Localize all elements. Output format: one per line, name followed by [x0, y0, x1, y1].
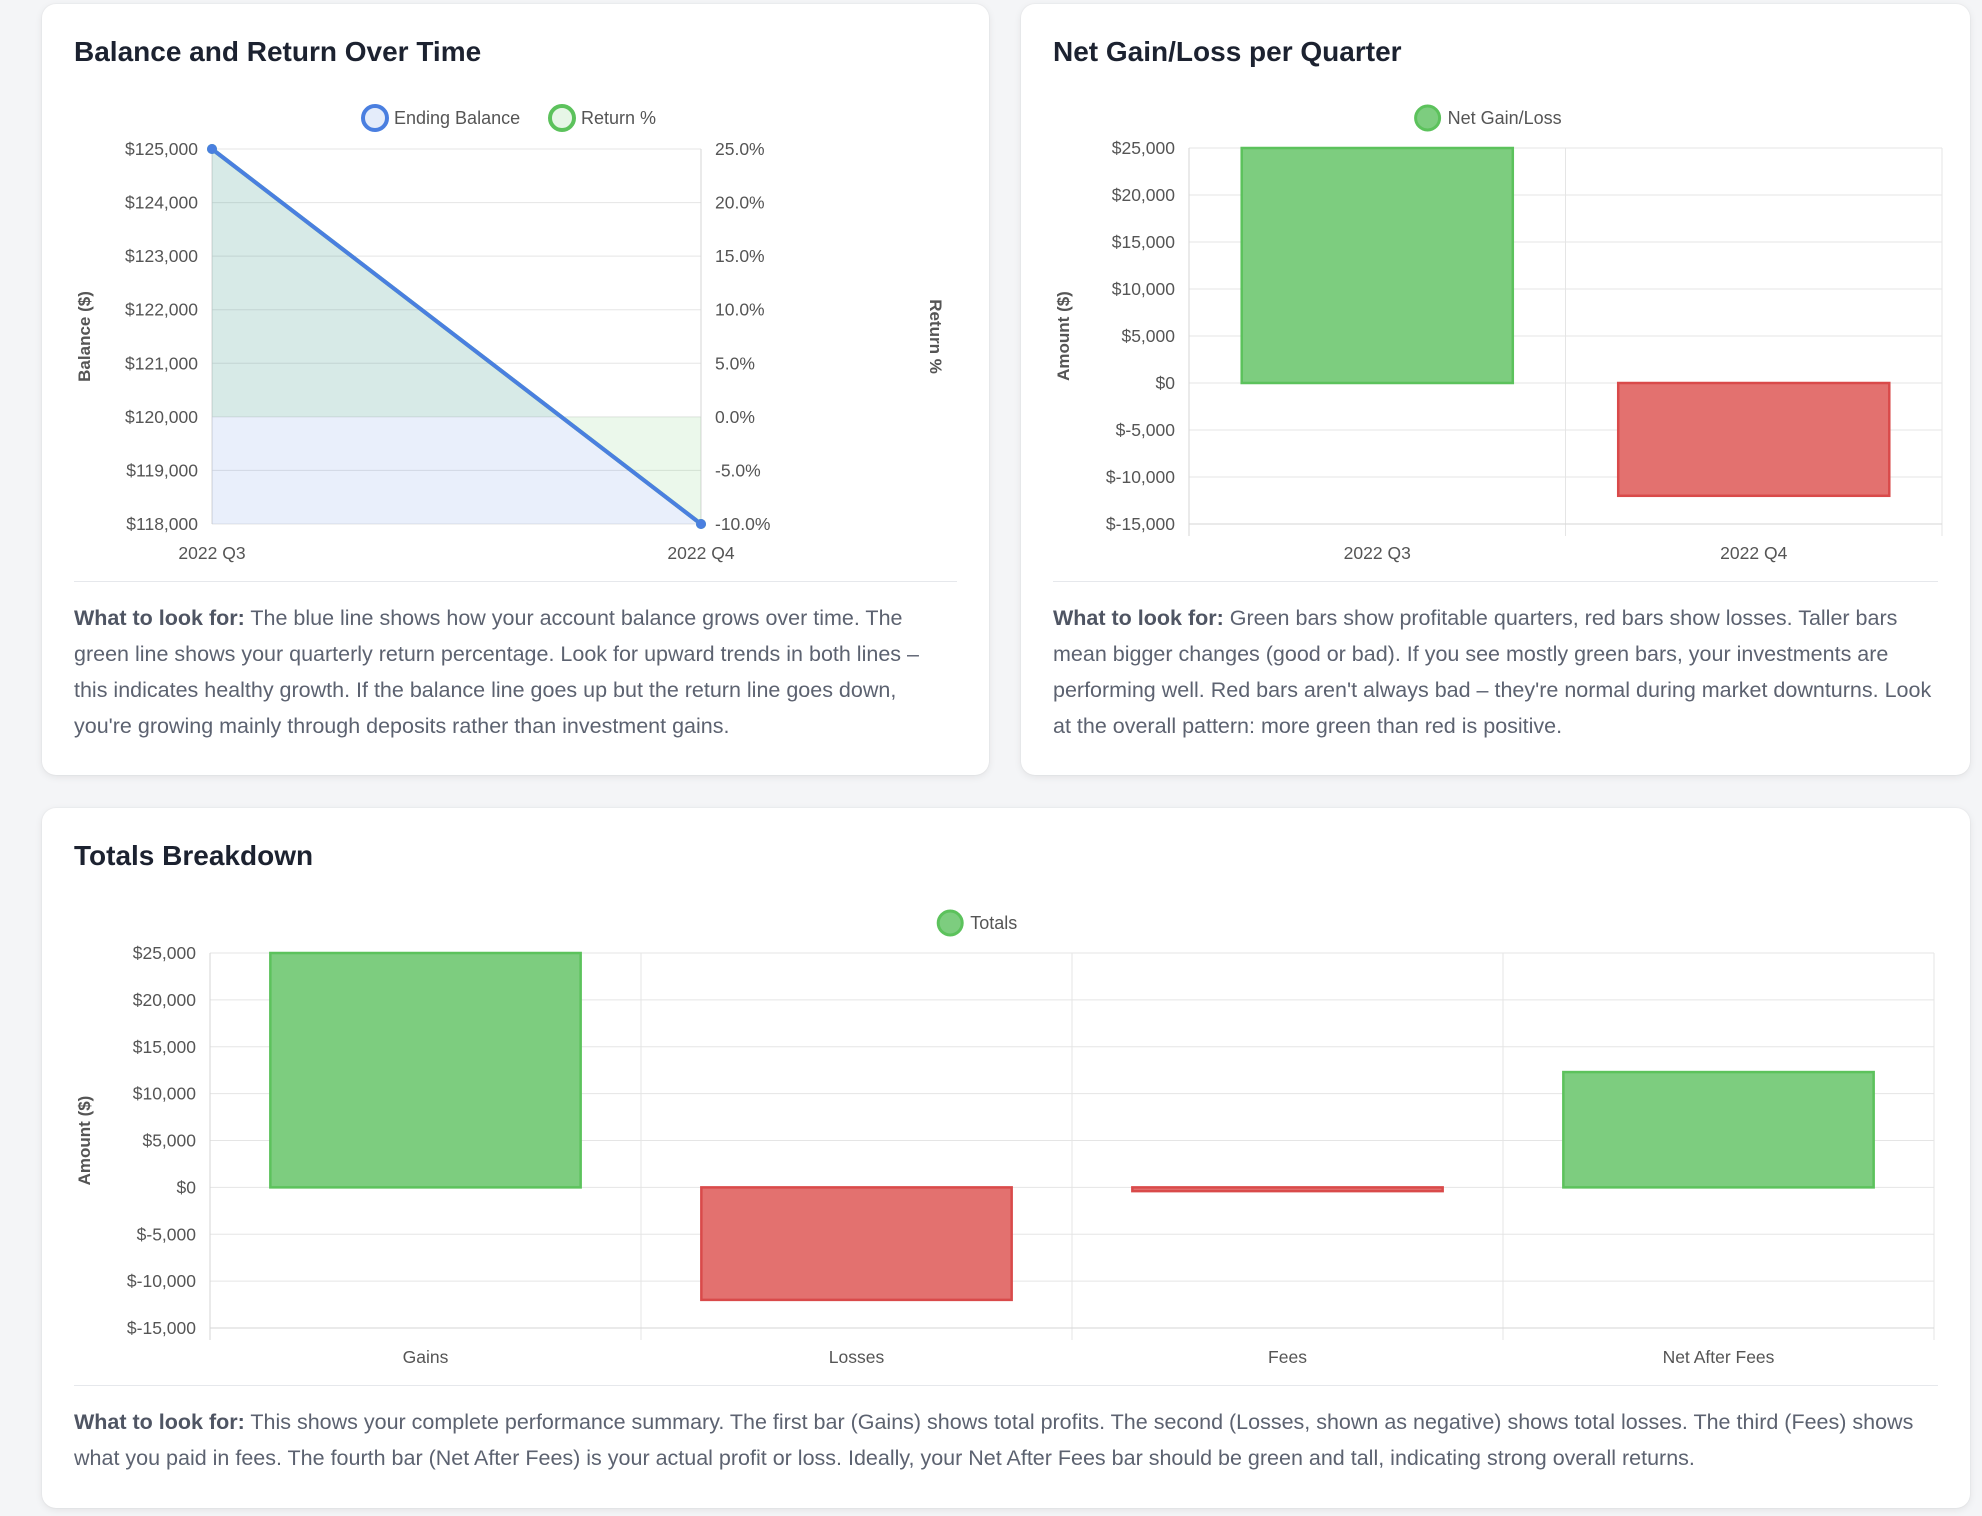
description-lead: What to look for: — [74, 606, 245, 630]
y-tick-label: $-5,000 — [1116, 420, 1176, 440]
y-tick-label: $0 — [177, 1177, 197, 1197]
y-axis-title: Amount ($) — [75, 1096, 94, 1186]
divider — [74, 581, 957, 582]
totals-breakdown-chart: $25,000 $20,000 $15,000 $10,000 $5,000 $0 $-5,… — [75, 909, 1935, 1367]
y2-tick-label: 10.0% — [715, 300, 765, 320]
totals-breakdown-card: Totals Breakdown $25,000 $20,000 $15,000 $1… — [42, 808, 1970, 1508]
balance-return-card: Balance and Return Over Time $125,000 $12… — [42, 4, 989, 775]
y-tick-label: $122,000 — [125, 300, 198, 320]
y-tick-label: $125,000 — [125, 139, 198, 159]
legend-label: Totals — [970, 913, 1017, 933]
y2-tick-label: -10.0% — [715, 514, 770, 534]
legend-label: Net Gain/Loss — [1448, 108, 1562, 128]
x-tick-label: Gains — [403, 1347, 449, 1367]
y-tick-label: $-15,000 — [127, 1318, 196, 1338]
description-body: This shows your complete performance sum… — [74, 1410, 1914, 1470]
y-tick-label: $-10,000 — [127, 1271, 196, 1291]
description-lead: What to look for: — [74, 1410, 245, 1434]
y-tick-label: $0 — [1156, 373, 1176, 393]
y2-tick-label: 25.0% — [715, 139, 765, 159]
ending-balance-point — [207, 144, 217, 154]
y-tick-label: $15,000 — [133, 1037, 197, 1057]
y-tick-label: $123,000 — [125, 246, 198, 266]
description-lead: What to look for: — [1053, 606, 1224, 630]
y-tick-label: $5,000 — [1121, 326, 1175, 346]
y-tick-label: $25,000 — [133, 943, 197, 963]
y2-tick-label: 5.0% — [715, 353, 755, 373]
y-tick-label: $119,000 — [126, 460, 198, 480]
y-tick-label: $5,000 — [142, 1131, 196, 1151]
bar-gains — [269, 951, 582, 1189]
legend-label-return: Return % — [581, 108, 656, 128]
divider — [1053, 581, 1938, 582]
legend-swatch-return — [548, 104, 576, 132]
y-tick-label: $-5,000 — [137, 1224, 197, 1244]
y-tick-label: $10,000 — [1112, 279, 1176, 299]
bar-2022-q4 — [1616, 381, 1891, 498]
balance-return-chart: $125,000 $124,000 $123,000 $122,000 $121,000… — [75, 104, 945, 563]
y-tick-label: $124,000 — [125, 193, 198, 213]
net-gain-loss-chart: $25,000 $20,000 $15,000 $10,000 $5,000 $0 $-5,… — [1054, 104, 1943, 563]
x-tick-label: Fees — [1268, 1347, 1307, 1367]
totals-breakdown-description: What to look for: This shows your comple… — [74, 1404, 1938, 1476]
y2-tick-label: 20.0% — [715, 193, 765, 213]
x-tick-label: 2022 Q4 — [1720, 543, 1787, 563]
divider — [74, 1385, 1938, 1386]
x-tick-label: 2022 Q4 — [667, 543, 734, 563]
y-axis-title: Amount ($) — [1054, 291, 1073, 381]
x-tick-label: 2022 Q3 — [178, 543, 245, 563]
y-tick-label: $25,000 — [1112, 138, 1176, 158]
legend-swatch — [936, 909, 964, 937]
y-tick-label: $121,000 — [125, 353, 198, 373]
bar-2022-q3 — [1240, 146, 1515, 385]
legend-label-ending-balance: Ending Balance — [394, 108, 520, 128]
y-tick-label: $20,000 — [133, 990, 197, 1010]
x-tick-label: 2022 Q3 — [1344, 543, 1411, 563]
y-tick-label: $10,000 — [133, 1084, 197, 1104]
y-tick-label: $15,000 — [1112, 232, 1176, 252]
y2-tick-label: -5.0% — [715, 460, 761, 480]
y-tick-label: $20,000 — [1112, 185, 1176, 205]
legend-swatch — [1414, 104, 1442, 132]
net-gain-loss-description: What to look for: Green bars show profit… — [1053, 600, 1938, 744]
bar-fees — [1131, 1186, 1444, 1193]
y-axis-title: Balance ($) — [75, 291, 94, 382]
y-tick-label: $-15,000 — [1106, 514, 1175, 534]
bar-net-after-fees — [1562, 1070, 1875, 1189]
balance-return-description: What to look for: The blue line shows ho… — [74, 600, 957, 744]
ending-balance-point — [696, 519, 706, 529]
y-tick-label: $-10,000 — [1106, 467, 1175, 487]
x-tick-label: Losses — [829, 1347, 885, 1367]
net-gain-loss-card: Net Gain/Loss per Quarter $25,000 $20,000… — [1021, 4, 1970, 775]
y2-tick-label: 15.0% — [715, 246, 765, 266]
bar-losses — [700, 1186, 1013, 1302]
y2-tick-label: 0.0% — [715, 407, 755, 427]
x-tick-label: Net After Fees — [1663, 1347, 1775, 1367]
y-tick-label: $120,000 — [125, 407, 198, 427]
y-tick-label: $118,000 — [126, 514, 198, 534]
y2-axis-title: Return % — [926, 299, 945, 374]
legend-swatch-ending-balance — [361, 104, 389, 132]
